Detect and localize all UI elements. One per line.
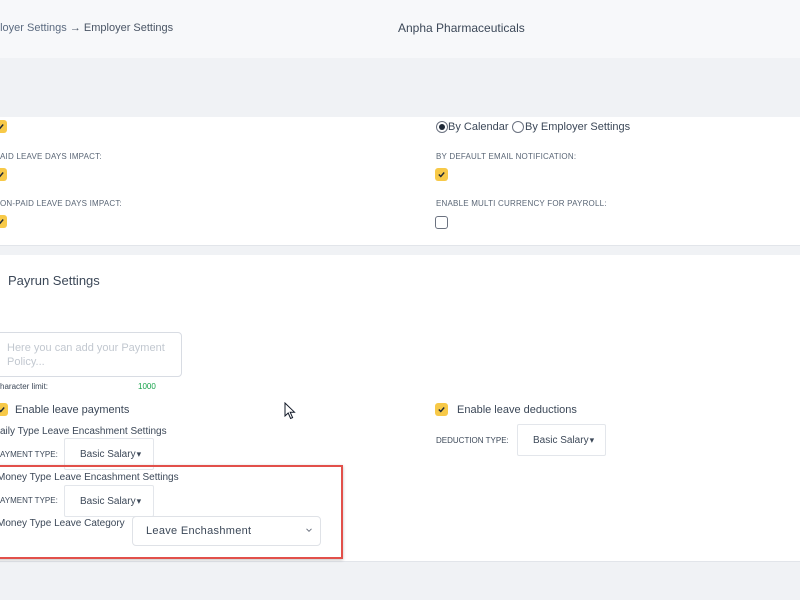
- email-notification-checkbox[interactable]: [435, 168, 448, 181]
- radio-by-calendar[interactable]: [436, 121, 448, 133]
- mouse-pointer-icon: [284, 402, 296, 420]
- character-limit-value: 1000: [138, 382, 156, 391]
- email-notification-label: BY DEFAULT EMAIL NOTIFICATION:: [436, 152, 577, 161]
- multi-currency-checkbox[interactable]: [435, 216, 448, 229]
- breadcrumb: ployer Settings → Employer Settings: [0, 22, 173, 34]
- non-paid-leave-days-impact-label: ON-PAID LEAVE DAYS IMPACT:: [0, 199, 122, 208]
- non-paid-leave-days-impact-checkbox[interactable]: [0, 215, 7, 228]
- radio-by-employer-settings-label[interactable]: By Employer Settings: [525, 121, 630, 133]
- breadcrumb-parent-link[interactable]: ployer Settings: [0, 22, 67, 34]
- checkmark-icon: [0, 219, 4, 225]
- enable-leave-deductions-checkbox[interactable]: [435, 403, 448, 416]
- daily-payment-type-value: Basic Salary: [80, 448, 136, 460]
- breadcrumb-current: Employer Settings: [83, 22, 174, 34]
- checkmark-icon: [0, 407, 5, 413]
- character-limit-label: haracter limit:: [0, 382, 49, 391]
- caret-down-icon: ▾: [136, 448, 142, 459]
- daily-payment-type-label: AYMENT TYPE:: [0, 450, 58, 459]
- deduction-type-value: Basic Salary: [533, 434, 589, 446]
- radio-by-employer-settings[interactable]: [512, 121, 524, 133]
- deduction-type-label: DEDUCTION TYPE:: [436, 436, 509, 445]
- top-setting-checkbox[interactable]: [0, 120, 7, 133]
- breadcrumb-arrow-icon: →: [69, 22, 81, 34]
- enable-leave-payments-checkbox[interactable]: [0, 403, 8, 416]
- highlight-box: [0, 465, 343, 559]
- payment-policy-textarea[interactable]: Here you can add your Payment Policy...: [0, 332, 182, 377]
- leave-settings-card: [0, 117, 800, 246]
- paid-leave-days-impact-label: AID LEAVE DAYS IMPACT:: [0, 152, 102, 161]
- paid-leave-days-impact-checkbox[interactable]: [0, 168, 7, 181]
- enable-leave-deductions-label: Enable leave deductions: [457, 404, 577, 416]
- multi-currency-label: ENABLE MULTI CURRENCY FOR PAYROLL:: [436, 199, 607, 208]
- checkmark-icon: [0, 172, 4, 178]
- checkmark-icon: [438, 407, 445, 413]
- daily-encashment-title: aily Type Leave Encashment Settings: [0, 426, 167, 437]
- radio-by-calendar-label[interactable]: By Calendar: [448, 121, 509, 133]
- enable-leave-payments-label: Enable leave payments: [15, 404, 130, 416]
- caret-down-icon: ▾: [589, 434, 595, 445]
- checkmark-icon: [438, 172, 445, 178]
- company-name: Anpha Pharmaceuticals: [398, 21, 525, 35]
- payrun-settings-title: Payrun Settings: [8, 273, 100, 288]
- checkmark-icon: [0, 124, 4, 130]
- deduction-type-select[interactable]: Basic Salary ▾: [517, 424, 606, 456]
